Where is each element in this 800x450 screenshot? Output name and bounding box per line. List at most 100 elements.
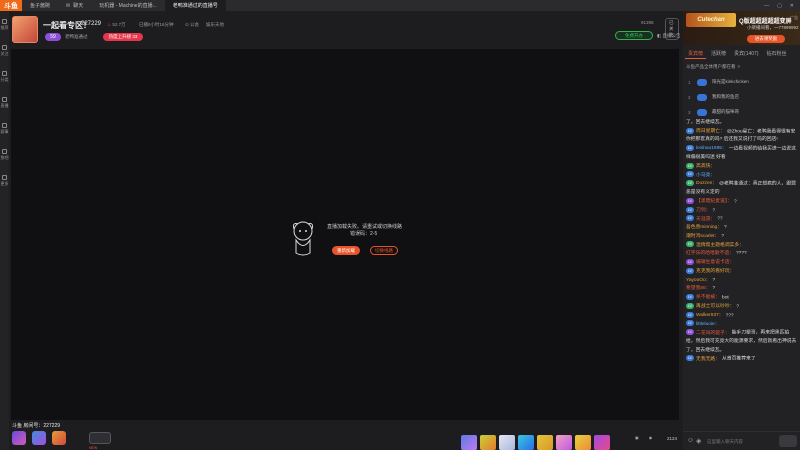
gift-icon-2[interactable] — [480, 435, 496, 450]
switch-line-button[interactable]: 切换线路 — [370, 246, 398, 255]
chat-message: LV leishao1995： 一边看视频的给我买进一边说这样偏很美吗迷 好看 — [684, 145, 798, 162]
gift-icon-6[interactable] — [556, 435, 572, 450]
ad-banner[interactable]: Cutechan Q版超超超超超变屏 小桀播间看，一77899992 进去领奖励… — [683, 11, 800, 45]
chat-nickname[interactable]: 周日星期亡： — [696, 129, 725, 134]
level-badge: LV — [686, 206, 695, 213]
rank-row[interactable]: 1 阳光是kinkchicken — [688, 77, 798, 87]
nav-item-match[interactable]: 赛事 — [1, 115, 9, 141]
gift-icon-3[interactable] — [499, 435, 515, 450]
chat-nickname[interactable]: 红字乐的哈哈歌不追： — [686, 251, 734, 256]
level-badge: LV — [686, 329, 695, 336]
nav-item-category[interactable]: 分类 — [1, 63, 9, 89]
activity-icon-2[interactable] — [32, 431, 46, 445]
chat-nickname[interactable]: 天涯游： — [696, 217, 715, 222]
chat-nickname[interactable]: YayooOo： — [686, 278, 710, 283]
tab-diamond-fans[interactable]: 钻石粉丝 — [764, 49, 790, 59]
chat-nickname[interactable]: 吾色善minning： — [686, 225, 722, 230]
tab-4[interactable]: 老鸭准通过的直播号 — [164, 0, 226, 11]
chat-message: LV littleluoie： — [684, 320, 798, 329]
gift-icon-8[interactable] — [594, 435, 610, 450]
chat-nickname[interactable]: leishao1995： — [696, 146, 727, 151]
chat-nickname[interactable]: 【黑暗纪麦道】： — [696, 199, 732, 204]
chat-input[interactable]: 这里输入聊天内容 — [707, 436, 767, 448]
gift-icon-7[interactable] — [575, 435, 591, 450]
level-badge: LV — [686, 267, 695, 274]
rank-row[interactable]: 3 最甜的猫咪哥 — [688, 107, 798, 117]
tab-1[interactable]: 鱼子酱碗 — [22, 0, 58, 11]
nav-item-live[interactable]: 直播 — [1, 89, 9, 115]
reload-button[interactable]: 重新加载 — [332, 246, 360, 255]
video-player[interactable]: 直播加载失败。请重试或切换线路 错误码：2-5 重新加载 切换线路 — [11, 49, 679, 420]
chat-message: LV 克克我的看好玩： — [684, 267, 798, 277]
nav-item-more[interactable]: 更多 — [1, 167, 9, 193]
heart-icon — [2, 44, 7, 50]
chat-nickname[interactable]: 高高快： — [696, 164, 715, 169]
rank-row[interactable]: 2 我和我的鱼店 — [688, 92, 798, 102]
chat-message: LV 刀剑：? — [684, 206, 798, 216]
level-badge: LV — [686, 302, 695, 309]
chat-nickname[interactable]: 温情帮主题格调实多： — [696, 243, 744, 248]
fans-badge-icon[interactable]: ◈ — [696, 437, 701, 445]
backpack-icon[interactable]: ▣ — [635, 435, 639, 440]
chat-nickname[interactable]: Dozzen： — [696, 181, 717, 186]
category-stat[interactable]: 娱乐天地 — [206, 22, 224, 28]
gift-icon-4[interactable] — [518, 435, 534, 450]
more-icon — [2, 174, 7, 180]
trophy-icon — [2, 122, 7, 128]
nav-item-recommend[interactable]: 推荐 — [1, 11, 9, 37]
emoji-icon[interactable]: ☺ — [687, 437, 694, 444]
activity-icon-4[interactable] — [89, 432, 111, 444]
tv-icon — [2, 96, 7, 102]
activity-icon-3[interactable] — [52, 431, 66, 445]
chat-nickname[interactable]: 克克我的看好玩： — [696, 269, 734, 274]
activity-icon-1[interactable] — [12, 431, 26, 445]
level-badge: LV — [686, 215, 695, 222]
error-code: 错误码：2-5 — [350, 231, 378, 237]
minimize-icon[interactable]: — — [764, 3, 769, 9]
guild-stat[interactable]: ⊙ 公会 — [185, 22, 199, 28]
chat-nickname[interactable]: 小马亮： — [696, 173, 715, 178]
douyu-logo[interactable]: 斗鱼 — [0, 0, 22, 11]
rank-badge[interactable]: 热度上升榜 33 — [103, 33, 143, 41]
browser-tab-bar: 斗鱼 鱼子酱碗 ✉ 聊天 玩机器 - Machine的直播... 老鸭准通过的直播… — [0, 0, 800, 11]
anchor-name[interactable]: 老鸭准通过 — [65, 34, 88, 40]
error-message: 直播加载失败。请重试或切换线路 — [327, 224, 403, 230]
chat-nickname[interactable]: 再战士可以吵吵： — [696, 304, 734, 309]
megaphone-icon: ◧ — [657, 33, 662, 38]
gift-icon-5[interactable] — [537, 435, 553, 450]
fish-ball-icon[interactable]: ◉ — [649, 435, 653, 440]
chat-list[interactable]: 了，回去继续瓦。 LV 周日星期亡： @Zhou星亡：老鸭我看得很有安你把那套真的吗?… — [684, 119, 798, 421]
chat-nickname[interactable]: 二花叫的驱子： — [696, 331, 730, 336]
level-badge: LV — [686, 311, 695, 318]
tab-2[interactable]: ✉ 聊天 — [58, 0, 91, 11]
chat-nickname[interactable]: 希望我88： — [686, 286, 711, 291]
maximize-icon[interactable]: ▢ — [777, 3, 782, 9]
close-icon[interactable]: ✕ — [790, 3, 794, 9]
chat-nickname[interactable]: 无我无路： — [696, 357, 720, 362]
chat-nickname[interactable]: 编辑生意说卡店： — [696, 260, 734, 265]
chat-message: LV 高高快： — [684, 162, 798, 172]
tab-active[interactable]: 活跃榜 — [708, 49, 729, 59]
send-button[interactable] — [779, 435, 797, 447]
chat-nickname[interactable]: littleluoie： — [696, 322, 719, 327]
chat-text: 了，回去继续瓦。 — [686, 120, 725, 125]
chat-nickname[interactable]: 潮时鸿scarlet： — [686, 234, 719, 239]
chat-nickname[interactable]: 刀剑： — [696, 208, 710, 213]
announcement-link[interactable]: ◧ 直播公告 — [657, 33, 681, 39]
nav-item-fishbar[interactable]: 鱼吧 — [1, 141, 9, 167]
duration-stat: 已播5小时16分钟 — [139, 22, 174, 27]
tab-3[interactable]: 玩机器 - Machine的直播... — [91, 0, 165, 11]
chat-message: YayooOo：? — [684, 277, 798, 286]
gift-icon-1[interactable] — [461, 435, 477, 450]
error-panel: 直播加载失败。请重试或切换线路 错误码：2-5 重新加载 切换线路 — [288, 219, 418, 265]
chat-text: ? — [712, 277, 716, 283]
level-badge: LV — [686, 171, 695, 178]
chat-nickname[interactable]: 杀不能被： — [696, 295, 720, 300]
chat-nickname[interactable]: Walker937： — [696, 313, 724, 318]
avatar[interactable] — [12, 16, 38, 43]
tab-noble[interactable]: 贵宾(1407) — [731, 49, 761, 59]
banner-claim-button[interactable]: 进去领奖励 — [747, 35, 785, 43]
free-broadcast-button[interactable]: 免费开办 — [615, 31, 653, 40]
tab-vip[interactable]: 贵宾榜 — [685, 49, 707, 59]
nav-item-follow[interactable]: 关注 — [1, 37, 9, 63]
